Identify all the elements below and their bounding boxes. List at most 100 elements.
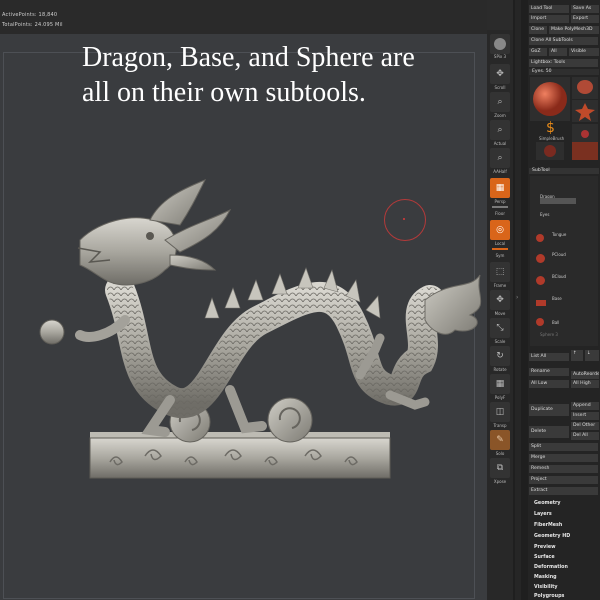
del-other-button[interactable]: Del Other: [571, 422, 599, 430]
menu-layers[interactable]: Layers: [534, 512, 552, 517]
menu-surface[interactable]: Surface: [534, 555, 555, 560]
actual-button[interactable]: ⌕: [490, 120, 510, 140]
tool-thumb-main[interactable]: [530, 77, 570, 121]
cylinder-icon: [577, 80, 593, 94]
zoom-icon: ⌕: [497, 97, 503, 107]
sphere-icon: [494, 38, 506, 50]
tool-thumb-merge[interactable]: [536, 142, 564, 160]
remesh-menu[interactable]: Remesh: [529, 465, 598, 473]
subtool-item-pcloud[interactable]: PCloud: [530, 246, 598, 266]
tool-thumb-cylinder[interactable]: [572, 77, 598, 99]
menu-polygroups[interactable]: Polygroups: [534, 594, 564, 599]
polyf-icon: ▦: [495, 379, 505, 389]
collapse-arrow-icon[interactable]: ›: [516, 294, 518, 301]
move-up-arrow-icon[interactable]: ↑: [571, 350, 583, 361]
persp-label: Persp: [494, 199, 506, 204]
menu-preview[interactable]: Preview: [534, 545, 556, 550]
load-tool-button[interactable]: Load Tool: [529, 5, 569, 13]
transp-button[interactable]: ◫: [490, 402, 510, 422]
subtool-panel-header[interactable]: SubTool: [529, 168, 599, 174]
solo-button[interactable]: ✎: [490, 430, 510, 450]
rename-button[interactable]: Rename: [529, 368, 569, 376]
delete-button[interactable]: Delete: [529, 426, 569, 438]
scroll-button[interactable]: ✥: [490, 64, 510, 84]
goz-visible-button[interactable]: Visible: [569, 48, 599, 56]
simplebrush-icon: $: [546, 120, 555, 136]
ball-thumb-icon: [536, 318, 544, 326]
menu-geometry-hd[interactable]: Geometry HD: [534, 534, 570, 539]
zoom-label: Zoom: [494, 113, 506, 118]
insert-button[interactable]: Insert: [571, 412, 599, 420]
auto-reorder-button[interactable]: AutoReorder: [571, 371, 599, 379]
clone-all-subtools-button[interactable]: Clone All SubTools: [529, 37, 598, 45]
tray-divider[interactable]: ›: [513, 0, 528, 600]
current-tool-name: Eyes. 50: [529, 69, 599, 75]
scroll-label: Scroll: [494, 85, 506, 90]
export-button[interactable]: Export: [571, 15, 599, 23]
subtool-item-ball[interactable]: Ball: [530, 310, 598, 330]
tongue-thumb-icon: [536, 234, 544, 242]
clone-button[interactable]: Clone: [529, 26, 547, 34]
rotate-button[interactable]: ↻: [490, 346, 510, 366]
menu-deformation[interactable]: Deformation: [534, 565, 568, 570]
move-down-arrow-icon[interactable]: ↓: [585, 350, 599, 361]
canvas-caption: Dragon, Base, and Sphere are all on thei…: [82, 40, 472, 110]
floor-separator: [492, 206, 508, 208]
menu-geometry[interactable]: Geometry: [534, 501, 561, 506]
active-points-readout: ActivePoints: 18,840: [2, 12, 58, 18]
list-all-button[interactable]: List All: [529, 353, 569, 361]
scale-label: Scale: [494, 339, 506, 344]
move-button[interactable]: ✥: [490, 290, 510, 310]
del-all-button[interactable]: Del All: [571, 432, 599, 440]
svg-text:$: $: [546, 120, 555, 136]
subtool-item-eyes[interactable]: Eyes: [530, 208, 598, 222]
sym-label: Sym: [495, 253, 505, 258]
scale-icon: ⤡: [496, 323, 504, 333]
polyf-label: PolyF: [494, 395, 506, 400]
split-menu[interactable]: Split: [529, 443, 598, 451]
save-as-button[interactable]: Save As: [571, 5, 599, 13]
aahalf-button[interactable]: ⌕: [490, 148, 510, 168]
make-polymesh-button[interactable]: Make PolyMesh3D: [549, 26, 599, 34]
bpr-render-button[interactable]: [490, 34, 510, 54]
merge-menu[interactable]: Merge: [529, 454, 598, 462]
menu-fibermesh[interactable]: FiberMesh: [534, 523, 562, 528]
subtool-item-tongue[interactable]: Tongue: [530, 224, 598, 244]
subtool-sphere-label: Sphere 3: [540, 332, 558, 337]
lightbox-tools-button[interactable]: Lightbox: Tools: [529, 59, 598, 67]
duplicate-button[interactable]: Duplicate: [529, 404, 569, 416]
subtool-bcloud-label: BCloud: [552, 274, 567, 279]
frame-button[interactable]: ⬚: [490, 262, 510, 282]
subtool-item-dragon[interactable]: Dragon: [530, 178, 598, 206]
local-button[interactable]: ◎: [490, 220, 510, 240]
actual-label: Actual: [493, 141, 507, 146]
goz-button[interactable]: GoZ: [529, 48, 547, 56]
append-button[interactable]: Append: [571, 402, 599, 410]
all-high-button[interactable]: All High: [571, 380, 599, 388]
goz-all-button[interactable]: All: [549, 48, 567, 56]
polyf-button[interactable]: ▦: [490, 374, 510, 394]
tool-thumb-eyes[interactable]: [572, 124, 598, 144]
rotate-label: Rotate: [493, 367, 507, 372]
tool-thumb-eyes-active[interactable]: [572, 142, 598, 160]
xpose-button[interactable]: ⧉: [490, 458, 510, 478]
frame-icon: ⬚: [495, 267, 505, 277]
dragon-thumb-icon: [540, 198, 576, 204]
menu-visibility[interactable]: Visibility: [534, 585, 558, 590]
subtool-item-sphere[interactable]: Sphere 3: [530, 330, 598, 344]
import-button[interactable]: Import: [529, 15, 569, 23]
menu-masking[interactable]: Masking: [534, 575, 557, 580]
zoom-button[interactable]: ⌕: [490, 92, 510, 112]
xpose-label: Xpose: [493, 479, 507, 484]
persp-button[interactable]: ▦: [490, 178, 510, 198]
move-label: Move: [494, 311, 506, 316]
caption-line-2: all on their own subtools.: [82, 77, 366, 108]
all-low-button[interactable]: All Low: [529, 380, 569, 388]
scale-button[interactable]: ⤡: [490, 318, 510, 338]
subtool-item-base[interactable]: Base: [530, 290, 598, 310]
tool-thumb-polymesh[interactable]: [572, 100, 598, 122]
subtool-item-bcloud[interactable]: BCloud: [530, 268, 598, 288]
project-menu[interactable]: Project: [529, 476, 598, 484]
sphere-subtool[interactable]: [39, 319, 65, 345]
extract-menu[interactable]: Extract: [529, 487, 598, 495]
